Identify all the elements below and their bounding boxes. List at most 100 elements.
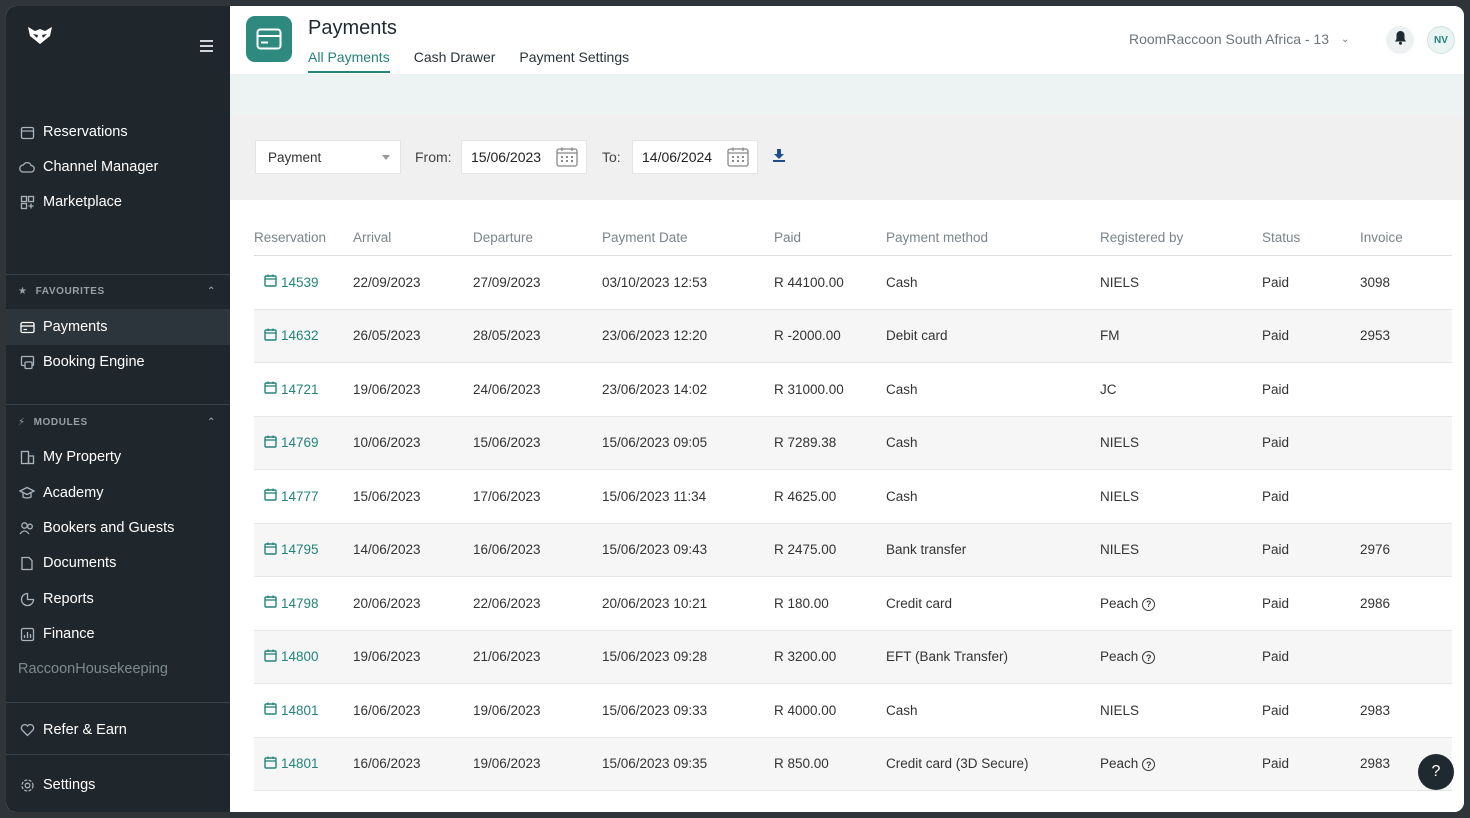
reservation-link[interactable]: 14721 xyxy=(254,381,353,397)
help-button[interactable]: ? xyxy=(1418,754,1454,790)
table-row[interactable]: 14769 10/06/2023 15/06/2023 15/06/2023 09:0… xyxy=(254,416,1452,470)
reservation-link[interactable]: 14777 xyxy=(254,488,353,504)
arrival-cell: 10/06/2023 xyxy=(353,435,473,450)
question-circle-icon[interactable]: ? xyxy=(1142,758,1156,772)
cell-text: 27/09/2023 xyxy=(473,274,541,290)
question-circle-icon[interactable]: ? xyxy=(1142,651,1156,665)
cell-text: Paid xyxy=(1262,381,1290,397)
table-row[interactable]: 14798 20/06/2023 22/06/2023 20/06/2023 10:2… xyxy=(254,577,1452,631)
column-header[interactable]: Arrival xyxy=(353,230,473,245)
reservation-link[interactable]: 14539 xyxy=(254,274,353,290)
cell-text: 14632 xyxy=(281,328,319,344)
status-cell: Paid xyxy=(1262,596,1360,611)
cell-text: R 850.00 xyxy=(774,756,829,772)
invoice-cell: 2976 xyxy=(1360,542,1450,557)
paid-cell: R 4625.00 xyxy=(774,489,886,504)
table-row[interactable]: 14795 14/06/2023 16/06/2023 15/06/2023 09:4… xyxy=(254,523,1452,577)
reservation-link[interactable]: 14632 xyxy=(254,328,353,344)
reservation-link[interactable]: 14801 xyxy=(254,756,353,772)
payment-type-select[interactable]: Payment xyxy=(255,140,401,174)
sidebar-item-my-property[interactable]: My Property xyxy=(6,439,230,475)
payment-method-cell: Debit card xyxy=(886,328,1100,343)
sidebar-item-refer-earn[interactable]: Refer & Earn xyxy=(6,712,230,748)
modules-heading[interactable]: ⚡ MODULES ⌃ xyxy=(18,417,216,428)
sidebar-item-raccoon-housekeeping[interactable]: RaccoonHousekeeping xyxy=(6,651,230,687)
table-row[interactable]: 14801 16/06/2023 19/06/2023 15/06/2023 09:3… xyxy=(254,684,1452,738)
cell-text: 10/06/2023 xyxy=(353,435,421,451)
calendar-icon[interactable] xyxy=(556,147,578,170)
favourites-heading[interactable]: ★ FAVOURITES ⌃ xyxy=(18,286,216,297)
tab-cash-drawer[interactable]: Cash Drawer xyxy=(414,49,496,73)
cell-text: 14769 xyxy=(281,435,319,451)
sidebar-item-documents[interactable]: Documents xyxy=(6,545,230,581)
payment-date-cell: 23/06/2023 14:02 xyxy=(602,382,774,397)
sidebar-item-payments[interactable]: Payments xyxy=(6,309,230,345)
caret-down-icon xyxy=(382,155,390,160)
payment-date-cell: 23/06/2023 12:20 xyxy=(602,328,774,343)
reservation-link[interactable]: 14798 xyxy=(254,595,353,611)
calendar-icon[interactable] xyxy=(727,147,749,170)
sidebar-item-channel-manager[interactable]: Channel Manager xyxy=(6,149,230,185)
cell-text: Paid xyxy=(1262,328,1290,344)
divider xyxy=(6,404,230,405)
invoice-cell: 2953 xyxy=(1360,328,1450,343)
column-header[interactable]: Invoice xyxy=(1360,230,1450,245)
notifications-button[interactable] xyxy=(1386,26,1414,54)
departure-cell: 16/06/2023 xyxy=(473,542,602,557)
download-icon[interactable] xyxy=(772,148,786,167)
tab-payment-settings[interactable]: Payment Settings xyxy=(519,49,629,73)
chevron-up-icon: ⌃ xyxy=(207,417,216,428)
cell-text: 15/06/2023 11:34 xyxy=(602,488,707,504)
column-header[interactable]: Status xyxy=(1262,230,1360,245)
payment-method-cell: Cash xyxy=(886,703,1100,718)
avatar[interactable]: NV xyxy=(1427,26,1455,54)
raccoon-logo-icon[interactable] xyxy=(26,24,54,48)
menu-toggle-icon[interactable] xyxy=(200,40,216,54)
cell-text: 14795 xyxy=(281,542,319,558)
property-selector[interactable]: RoomRaccoon South Africa - 13 ⌄ xyxy=(1129,31,1349,47)
table-row[interactable]: 14800 19/06/2023 21/06/2023 15/06/2023 09:2… xyxy=(254,630,1452,684)
table-header: Reservation Arrival Departure Payment Da… xyxy=(254,220,1452,256)
sidebar-item-reports[interactable]: Reports xyxy=(6,581,230,617)
cell-text: R 4625.00 xyxy=(774,488,837,504)
table-row[interactable]: 14632 26/05/2023 28/05/2023 23/06/2023 12:2… xyxy=(254,309,1452,363)
table-row[interactable]: 14721 19/06/2023 24/06/2023 23/06/2023 14:0… xyxy=(254,363,1452,417)
reservation-link[interactable]: 14801 xyxy=(254,702,353,718)
column-header[interactable]: Registered by xyxy=(1100,230,1262,245)
table-row[interactable]: 14777 15/06/2023 17/06/2023 15/06/2023 11:3… xyxy=(254,470,1452,524)
arrival-cell: 22/09/2023 xyxy=(353,275,473,290)
column-header[interactable]: Payment method xyxy=(886,230,1100,245)
reservation-link[interactable]: 14800 xyxy=(254,649,353,665)
column-header[interactable]: Paid xyxy=(774,230,886,245)
cell-text: Paid xyxy=(1262,274,1290,290)
chevron-up-icon: ⌃ xyxy=(207,286,216,297)
sidebar-item-academy[interactable]: Academy xyxy=(6,475,230,511)
registered-by-cell: JC xyxy=(1100,382,1262,397)
question-circle-icon[interactable]: ? xyxy=(1142,597,1156,611)
cell-text: NIELS xyxy=(1100,435,1140,451)
selected-value: Payment xyxy=(268,149,322,165)
table-row[interactable]: 14539 22/09/2023 27/09/2023 03/10/2023 12:5… xyxy=(254,256,1452,310)
cell-text: Credit card (3D Secure) xyxy=(886,756,1029,772)
from-date-input[interactable]: 15/06/2023 xyxy=(461,140,587,174)
table-row[interactable]: 14801 16/06/2023 19/06/2023 15/06/2023 09:3… xyxy=(254,737,1452,791)
sidebar-item-settings[interactable]: Settings xyxy=(6,767,230,803)
bolt-icon: ⚡ xyxy=(18,417,26,428)
sidebar-item-reservations[interactable]: Reservations xyxy=(6,114,230,150)
sidebar-item-booking-engine[interactable]: Booking Engine xyxy=(6,344,230,380)
sidebar-item-finance[interactable]: Finance xyxy=(6,616,230,652)
cell-text: 19/06/2023 xyxy=(353,381,421,397)
reservation-link[interactable]: 14769 xyxy=(254,435,353,451)
to-date-input[interactable]: 14/06/2024 xyxy=(632,140,758,174)
sidebar-item-marketplace[interactable]: Marketplace xyxy=(6,184,230,220)
cell-text: 14777 xyxy=(281,488,319,504)
column-header[interactable]: Departure xyxy=(473,230,602,245)
sidebar-item-bookers-and-guests[interactable]: Bookers and Guests xyxy=(6,510,230,546)
payment-date-cell: 15/06/2023 09:28 xyxy=(602,649,774,664)
reservation-link[interactable]: 14795 xyxy=(254,542,353,558)
tab-all-payments[interactable]: All Payments xyxy=(308,49,390,73)
payment-method-cell: Cash xyxy=(886,435,1100,450)
column-header[interactable]: Reservation xyxy=(254,230,353,245)
finance-icon xyxy=(18,625,36,643)
column-header[interactable]: Payment Date xyxy=(602,230,774,245)
